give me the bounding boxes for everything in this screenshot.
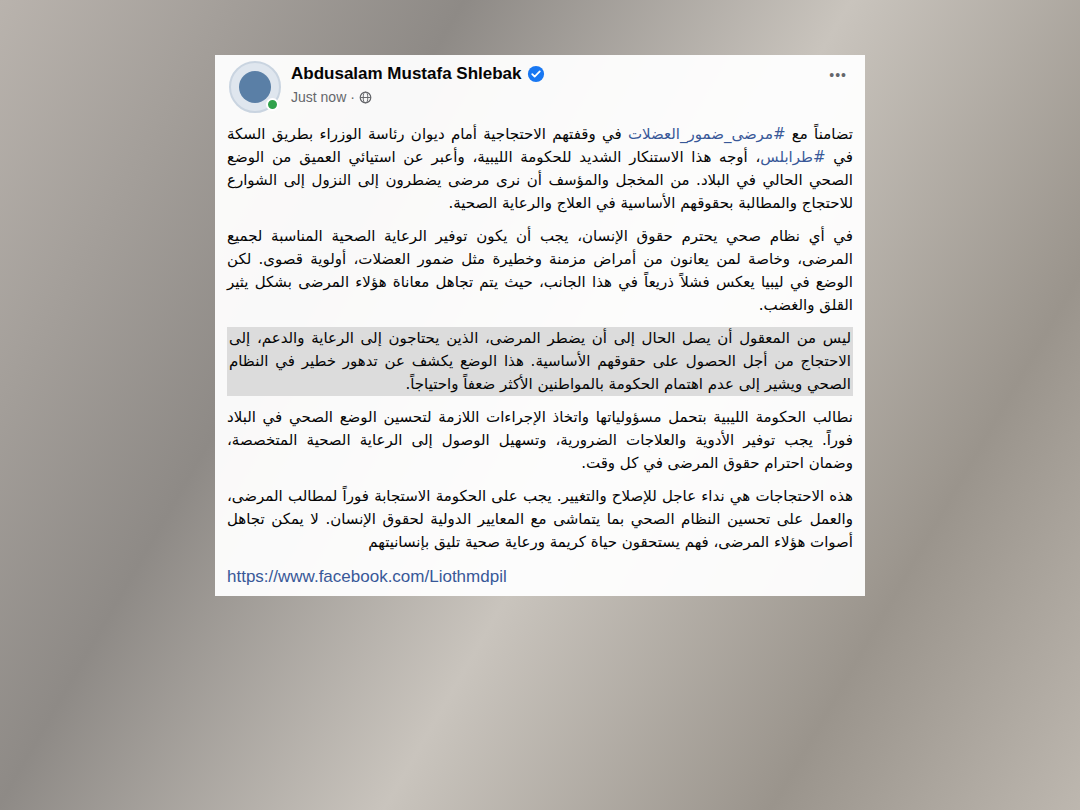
hashtag[interactable]: #طرابلس [760,148,825,166]
post-header: Abdusalam Mustafa ShlebakJust now· ••• [215,55,865,123]
post-paragraph: هذه الاحتجاجات هي نداء عاجل للإصلاح والت… [227,485,853,554]
post-link[interactable]: https://www.facebook.com/Liothmdpil [227,564,853,588]
post-paragraph: ليس من المعقول أن يصل الحال إلى أن يضطر … [227,327,853,396]
author-name[interactable]: Abdusalam Mustafa Shlebak [291,63,522,85]
screen: Abdusalam Mustafa ShlebakJust now· ••• تضا… [0,0,1080,810]
online-dot [266,98,279,111]
globe-icon [359,91,372,104]
more-button[interactable]: ••• [829,61,851,86]
avatar[interactable] [229,61,281,113]
post-paragraph: تضامناً مع #مرضى_ضمور_العضلات في وقفتهم … [227,123,853,215]
post-time[interactable]: Just now [291,87,346,107]
post-paragraph: نطالب الحكومة الليبية بتحمل مسؤولياتها و… [227,406,853,475]
hashtag[interactable]: #مرضى_ضمور_العضلات [628,125,786,143]
post-paragraph: في أي نظام صحي يحترم حقوق الإنسان، يجب أ… [227,225,853,317]
verified-icon [527,65,545,83]
post-body: تضامناً مع #مرضى_ضمور_العضلات في وقفتهم … [215,123,865,588]
avatar-image [239,71,271,103]
separator: · [350,87,355,107]
post-card: Abdusalam Mustafa ShlebakJust now· ••• تضا… [215,55,865,596]
